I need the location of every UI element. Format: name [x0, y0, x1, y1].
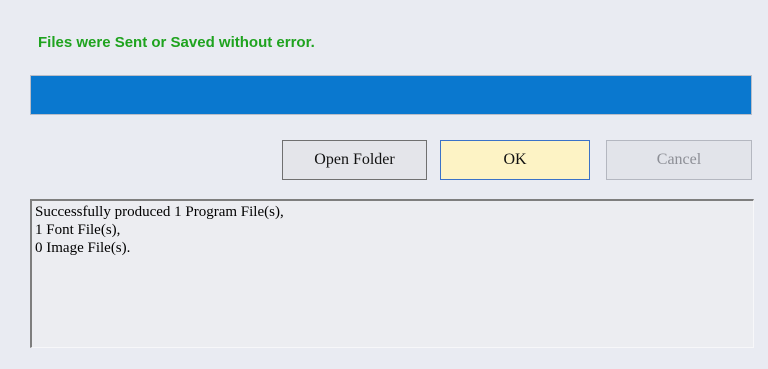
send-result-dialog: Files were Sent or Saved without error. … [0, 0, 768, 369]
log-line: Successfully produced 1 Program File(s), [35, 204, 284, 220]
result-log-textarea[interactable]: Successfully produced 1 Program File(s),… [30, 199, 754, 348]
log-line: 1 Font File(s), [35, 222, 121, 238]
ok-button[interactable]: OK [440, 140, 590, 180]
log-line: 0 Image File(s). [35, 240, 131, 256]
progress-bar [30, 75, 752, 115]
open-folder-button[interactable]: Open Folder [282, 140, 427, 180]
status-message: Files were Sent or Saved without error. [38, 34, 315, 51]
cancel-button[interactable]: Cancel [606, 140, 752, 180]
progress-fill [31, 76, 751, 114]
